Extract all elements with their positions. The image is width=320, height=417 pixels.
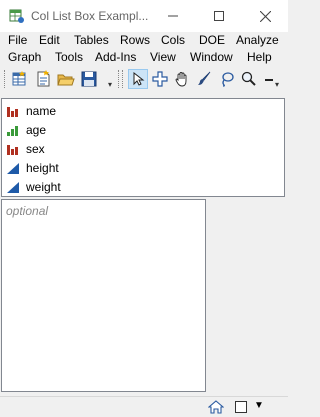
menu-graph[interactable]: Graph xyxy=(8,50,41,64)
column-label: weight xyxy=(26,179,61,194)
window-title: Col List Box Exampl... xyxy=(31,9,149,23)
minimize-button[interactable] xyxy=(150,0,196,32)
lasso-tool[interactable] xyxy=(217,69,237,89)
continuous-icon xyxy=(7,181,19,193)
magnifier-icon xyxy=(241,71,256,86)
column-label: age xyxy=(26,122,47,137)
menu-edit[interactable]: Edit xyxy=(39,33,60,47)
minimize-icon xyxy=(168,15,178,17)
new-data-table-icon xyxy=(12,71,26,86)
optional-placeholder: optional xyxy=(6,204,49,218)
continuous-icon xyxy=(7,162,19,174)
toolbar-overflow-dropdown-2[interactable]: ▾ xyxy=(275,80,279,89)
menu-help[interactable]: Help xyxy=(247,50,272,64)
arrow-select-icon xyxy=(133,72,145,86)
new-script-icon xyxy=(37,70,50,87)
magnifier-tool[interactable] xyxy=(239,69,259,89)
menu-view[interactable]: View xyxy=(150,50,176,64)
toolbar-grip xyxy=(4,70,5,88)
maximize-icon xyxy=(214,11,224,21)
nominal-icon xyxy=(7,144,18,155)
home-icon[interactable] xyxy=(208,400,224,414)
close-button[interactable] xyxy=(242,0,288,32)
app-icon xyxy=(9,9,24,23)
nominal-icon xyxy=(7,106,18,117)
menu-tables[interactable]: Tables xyxy=(74,33,109,47)
arrow-select-tool[interactable] xyxy=(128,69,148,89)
menu-file[interactable]: File xyxy=(8,33,27,47)
toolbar: ▾ ▾ xyxy=(0,66,288,94)
menu-row-2: Graph Tools Add-Ins View Window Help xyxy=(0,50,288,66)
toolbar-overflow-dropdown[interactable]: ▾ xyxy=(108,80,112,89)
menu-window[interactable]: Window xyxy=(190,50,233,64)
brush-icon xyxy=(198,71,211,85)
optional-list-box[interactable]: optional xyxy=(1,199,206,392)
column-item-weight[interactable]: weight xyxy=(6,177,61,196)
brush-tool[interactable] xyxy=(194,69,214,89)
menu-analyze[interactable]: Analyze xyxy=(236,33,279,47)
new-data-table-button[interactable] xyxy=(9,69,29,89)
save-button[interactable] xyxy=(79,69,99,89)
column-label: sex xyxy=(26,141,45,156)
window-list-dropdown[interactable]: ▼ xyxy=(254,400,264,411)
maximize-button[interactable] xyxy=(196,0,242,32)
ordinal-icon xyxy=(7,125,18,136)
toolbar-grip-2 xyxy=(122,70,123,88)
column-item-age[interactable]: age xyxy=(6,120,46,139)
lasso-icon xyxy=(222,72,234,87)
toolbar-separator xyxy=(118,70,119,88)
menu-bar: File Edit Tables Rows Cols DOE Analyze G… xyxy=(0,32,288,66)
hand-tool[interactable] xyxy=(172,69,192,89)
close-icon xyxy=(259,10,271,22)
new-script-button[interactable] xyxy=(33,69,53,89)
column-label: name xyxy=(26,103,57,118)
menu-doe[interactable]: DOE xyxy=(199,33,225,47)
menu-cols[interactable]: Cols xyxy=(161,33,185,47)
menu-add-ins[interactable]: Add-Ins xyxy=(95,50,136,64)
open-button[interactable] xyxy=(56,69,76,89)
crosshair-icon xyxy=(152,71,168,87)
open-icon xyxy=(57,74,75,86)
menu-tools[interactable]: Tools xyxy=(55,50,83,64)
hand-icon xyxy=(175,72,187,87)
crosshair-tool[interactable] xyxy=(150,69,170,89)
column-list-box[interactable]: name age sex height weight xyxy=(1,98,285,197)
menu-rows[interactable]: Rows xyxy=(120,33,150,47)
window-icon[interactable] xyxy=(235,401,247,413)
menu-row-1: File Edit Tables Rows Cols DOE Analyze xyxy=(0,33,288,49)
status-bar: ▼ xyxy=(0,396,288,417)
save-icon xyxy=(81,71,97,87)
column-label: height xyxy=(26,160,59,175)
column-item-sex[interactable]: sex xyxy=(6,139,45,158)
column-item-name[interactable]: name xyxy=(6,101,56,120)
column-item-height[interactable]: height xyxy=(6,158,59,177)
title-bar: Col List Box Exampl... xyxy=(0,0,288,32)
